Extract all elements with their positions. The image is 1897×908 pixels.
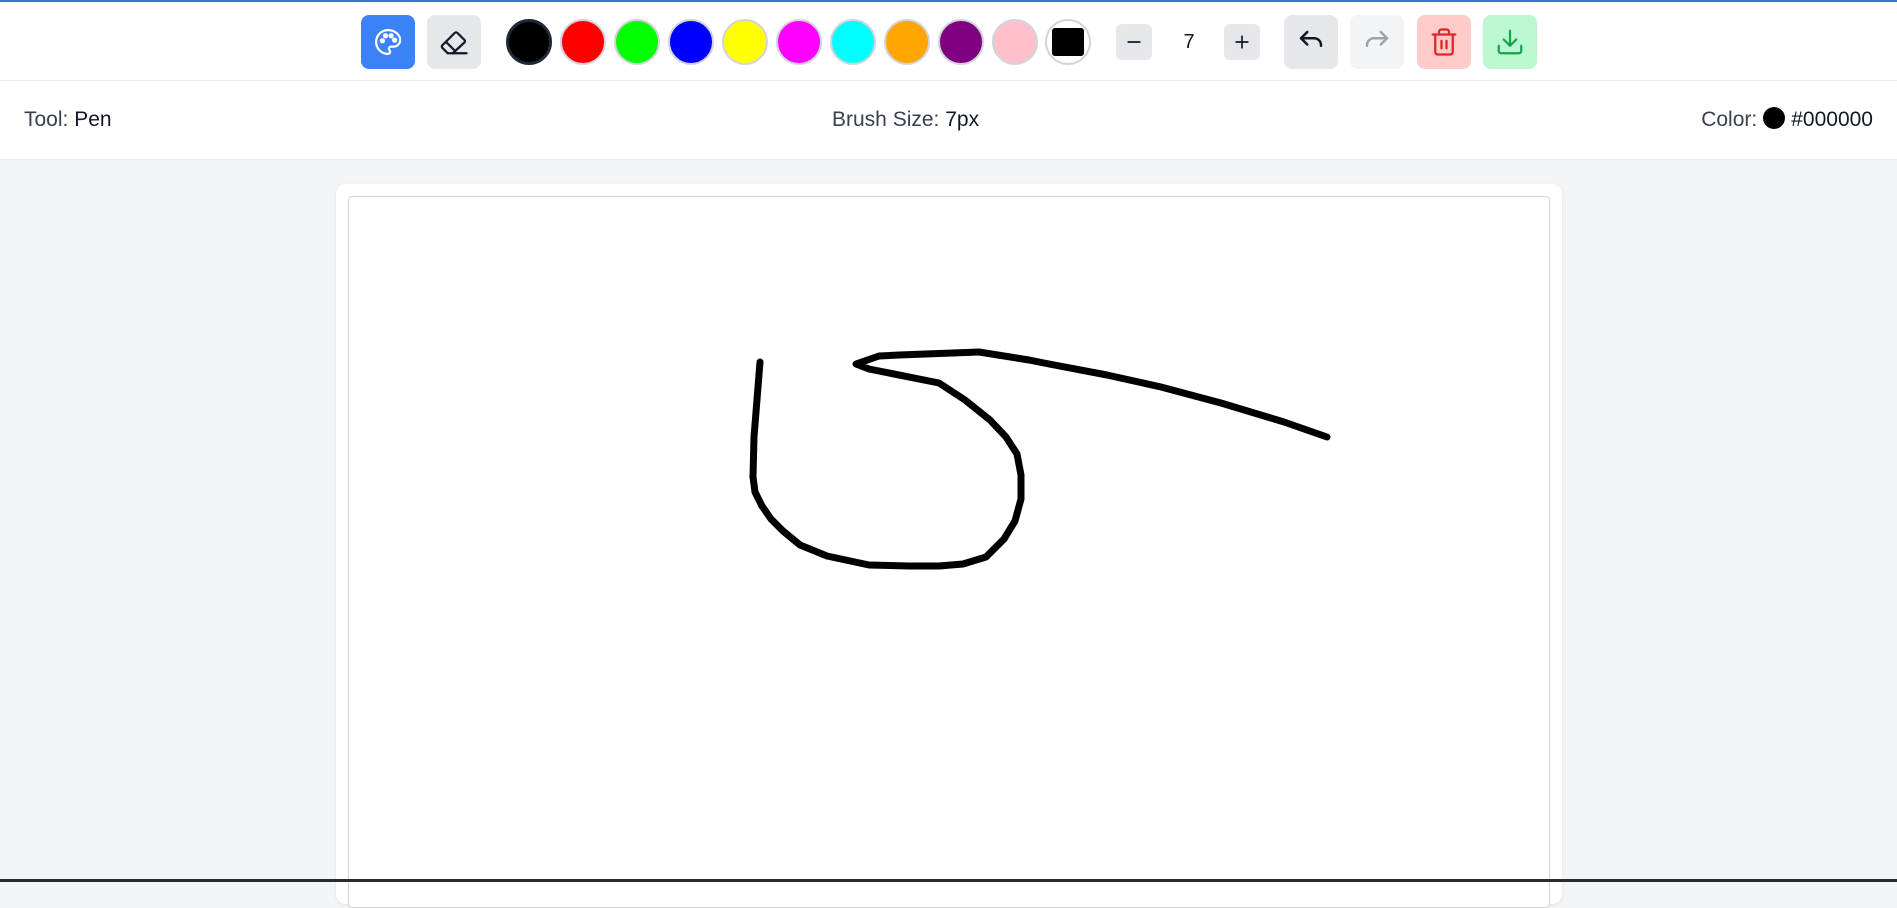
custom-color-preview (1052, 28, 1084, 56)
tool-value: Pen (74, 108, 112, 131)
trash-icon (1431, 28, 1457, 56)
color-label: Color: (1701, 108, 1758, 131)
download-icon (1497, 29, 1523, 55)
redo-icon (1365, 30, 1389, 47)
status-bar: Tool: Pen Brush Size: 7px Color: #000000 (0, 81, 1897, 160)
brush-size-status-value: 7px (945, 108, 980, 131)
color-swatch-ff0000[interactable] (560, 19, 606, 65)
color-dot (1763, 107, 1786, 129)
custom-color-picker[interactable] (1045, 19, 1091, 65)
color-status: Color: #000000 (1701, 81, 1873, 159)
brush-size-status: Brush Size: 7px (832, 81, 979, 159)
color-swatch-ffa500[interactable] (884, 19, 930, 65)
download-button[interactable] (1483, 15, 1537, 69)
clear-canvas-button[interactable] (1417, 15, 1471, 69)
eraser-icon (440, 31, 468, 55)
drawing-canvas[interactable] (348, 196, 1550, 908)
brush-size-label: Brush Size: (832, 108, 940, 131)
increase-brush-button[interactable] (1224, 24, 1260, 60)
drawing-stroke-layer (749, 348, 1331, 570)
color-swatch-ff00ff[interactable] (776, 19, 822, 65)
tool-status: Tool: Pen (24, 81, 112, 159)
color-value: #000000 (1791, 108, 1873, 131)
color-swatch-00ff00[interactable] (614, 19, 660, 65)
undo-button[interactable] (1284, 15, 1338, 69)
redo-button[interactable] (1350, 15, 1404, 69)
color-swatch-00ffff[interactable] (830, 19, 876, 65)
pen-stroke (749, 348, 1331, 570)
color-swatch-800080[interactable] (938, 19, 984, 65)
tool-label: Tool: (24, 108, 69, 131)
pen-tool-button[interactable] (361, 15, 415, 69)
brush-size-value: 7 (1183, 31, 1195, 53)
plus-icon (1235, 35, 1249, 49)
palette-icon (375, 29, 402, 55)
color-swatch-0000ff[interactable] (668, 19, 714, 65)
decrease-brush-button[interactable] (1116, 24, 1152, 60)
undo-icon (1299, 30, 1323, 47)
eraser-tool-button[interactable] (427, 15, 481, 69)
color-swatch-ffc0cb[interactable] (992, 19, 1038, 65)
color-swatch-ffff00[interactable] (722, 19, 768, 65)
color-swatch-000000[interactable] (506, 19, 552, 65)
toolbar: 7 (0, 2, 1897, 81)
minus-icon (1127, 41, 1141, 43)
canvas-card (336, 184, 1562, 908)
